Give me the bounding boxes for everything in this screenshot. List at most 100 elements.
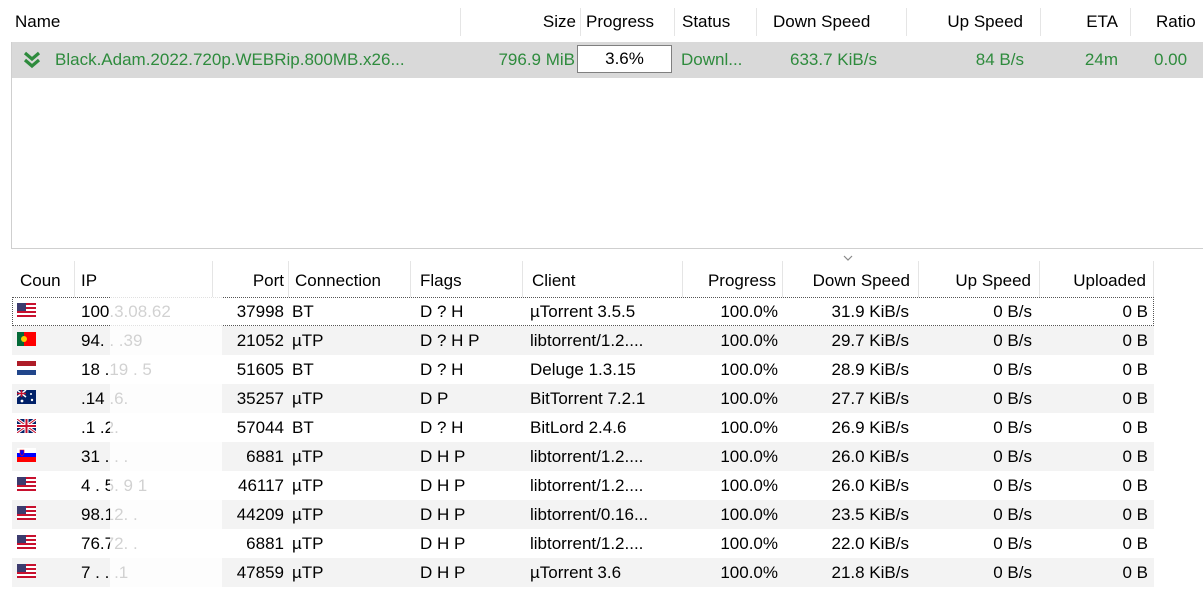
peer-row[interactable]: 100.3.08.6237998BTD ? HµTorrent 3.5.5100… [12,297,1154,326]
peer-progress: 100.0% [720,360,778,379]
column-divider[interactable] [580,8,581,36]
column-header-up-speed[interactable]: Up Speed [920,12,1023,32]
column-header-flags[interactable]: Flags [420,271,462,291]
peer-progress: 100.0% [720,389,778,408]
column-header-down-speed[interactable]: Down Speed [773,12,870,32]
column-header-down-speed[interactable]: Down Speed [790,271,910,291]
peer-up-speed: 0 B/s [993,418,1032,437]
peer-port: 37998 [236,302,284,321]
us-flag-icon [17,564,36,578]
peer-progress: 100.0% [720,563,778,582]
peer-row[interactable]: 94. . .3921052µTPD ? H Plibtorrent/1.2..… [12,326,1154,355]
peer-flags: D H P [420,447,466,466]
peer-port: 57044 [236,418,284,437]
peer-flags: D ? H [420,418,464,437]
column-header-size[interactable]: Size [520,12,576,32]
column-divider[interactable] [782,261,783,297]
peer-up-speed: 0 B/s [993,476,1032,495]
pane-border [11,42,12,249]
column-divider[interactable] [410,261,411,297]
column-header-name[interactable]: Name [15,12,60,32]
column-divider[interactable] [1130,8,1131,36]
peer-up-speed: 0 B/s [993,389,1032,408]
peer-row[interactable]: .14 .6. 35257 µTP D P BitTorrent 7.2.1 100.0%… [12,384,1154,413]
peer-row[interactable]: .1 .2. 57044 BT D ? H BitLord 2.4.6 100.0% 26.… [12,413,1154,442]
column-header-country[interactable]: Coun [20,271,61,291]
column-divider[interactable] [212,261,213,297]
peer-uploaded: 0 B [1122,534,1148,553]
peer-flags: D P [420,389,449,408]
peer-uploaded: 0 B [1122,476,1148,495]
uk-flag-icon [17,419,36,433]
peer-row[interactable]: 98.12. . 44209µTPD H Plibtorrent/0.16...… [12,500,1154,529]
column-divider[interactable] [1040,8,1041,36]
redaction-blur [110,326,222,355]
peer-connection: BT [292,302,314,321]
peer-row[interactable]: 31 . . . 6881 µTP D H Plibtorrent/1.2.... 10… [12,442,1154,471]
column-header-eta[interactable]: ETA [1060,12,1118,32]
peer-connection: µTP [292,389,324,408]
peer-flags: D H P [420,476,466,495]
peer-up-speed: 0 B/s [993,302,1032,321]
peer-up-speed: 0 B/s [993,360,1032,379]
peer-flags: D H P [420,505,466,524]
us-flag-icon [17,535,36,549]
peer-flags: D ? H [420,360,464,379]
column-header-connection[interactable]: Connection [295,271,381,291]
torrent-size: 796.9 MiB [498,50,575,69]
peer-down-speed: 29.7 KiB/s [831,331,910,350]
column-header-ratio[interactable]: Ratio [1156,12,1196,32]
column-header-progress[interactable]: Progress [690,271,776,291]
peers-list: Coun IP Port Connection Flags Client Pro… [0,249,1203,599]
column-divider[interactable] [288,261,289,297]
peer-row[interactable]: 76.72. . 6881µTPD H Plibtorrent/1.2....1… [12,529,1154,558]
peer-client: BitTorrent 7.2.1 [530,389,646,408]
column-header-uploaded[interactable]: Uploaded [1044,271,1146,291]
column-divider[interactable] [74,261,75,297]
column-header-progress[interactable]: Progress [586,12,654,32]
us-flag-icon [17,477,36,491]
peer-client: libtorrent/1.2.... [530,476,644,495]
column-divider[interactable] [1039,261,1040,297]
torrent-ratio: 0.00 [1154,50,1188,69]
column-header-port[interactable]: Port [222,271,284,291]
peer-uploaded: 0 B [1122,418,1148,437]
peer-down-speed: 28.9 KiB/s [831,360,910,379]
column-divider[interactable] [522,261,523,297]
peer-down-speed: 26.9 KiB/s [831,418,910,437]
netherlands-flag-icon [17,361,36,375]
torrent-eta: 24m [1084,50,1118,69]
redaction-blur [110,384,222,413]
peer-progress: 100.0% [720,505,778,524]
peer-row[interactable]: 18 .19 . 551605BTD ? HDeluge 1.3.15100.0… [12,355,1154,384]
torrent-list: Name Size Progress Status Down Speed Up … [0,0,1203,248]
peer-down-speed: 21.8 KiB/s [831,563,910,582]
peer-row[interactable]: 7 . . .1 47859 µTP D H PµTorrent 3.6 100.0% 2… [12,558,1154,587]
peer-port: 6881 [246,447,284,466]
column-header-client[interactable]: Client [532,271,575,291]
us-flag-icon [17,506,36,520]
redaction-blur [110,558,222,587]
peer-port: 6881 [246,534,284,553]
peer-down-speed: 22.0 KiB/s [831,534,910,553]
torrent-status: Downl... [681,50,743,69]
column-header-up-speed[interactable]: Up Speed [926,271,1031,291]
torrent-list-header: Name Size Progress Status Down Speed Up … [0,0,1203,42]
peer-connection: µTP [292,534,324,553]
column-divider[interactable] [682,261,683,297]
column-divider[interactable] [460,8,461,36]
slovenia-flag-icon [17,448,36,462]
column-divider[interactable] [674,8,675,36]
column-divider[interactable] [756,8,757,36]
peer-uploaded: 0 B [1122,505,1148,524]
peer-connection: µTP [292,447,324,466]
column-divider[interactable] [918,261,919,297]
column-header-status[interactable]: Status [682,12,730,32]
column-divider[interactable] [906,8,907,36]
torrent-up-speed: 84 B/s [975,50,1024,69]
column-header-ip[interactable]: IP [81,271,97,291]
peer-up-speed: 0 B/s [993,331,1032,350]
peer-row[interactable]: 4 . 5. 9 146117µTPD H Plibtorrent/1.2...… [12,471,1154,500]
peer-down-speed: 23.5 KiB/s [831,505,910,524]
peer-flags: D H P [420,563,466,582]
